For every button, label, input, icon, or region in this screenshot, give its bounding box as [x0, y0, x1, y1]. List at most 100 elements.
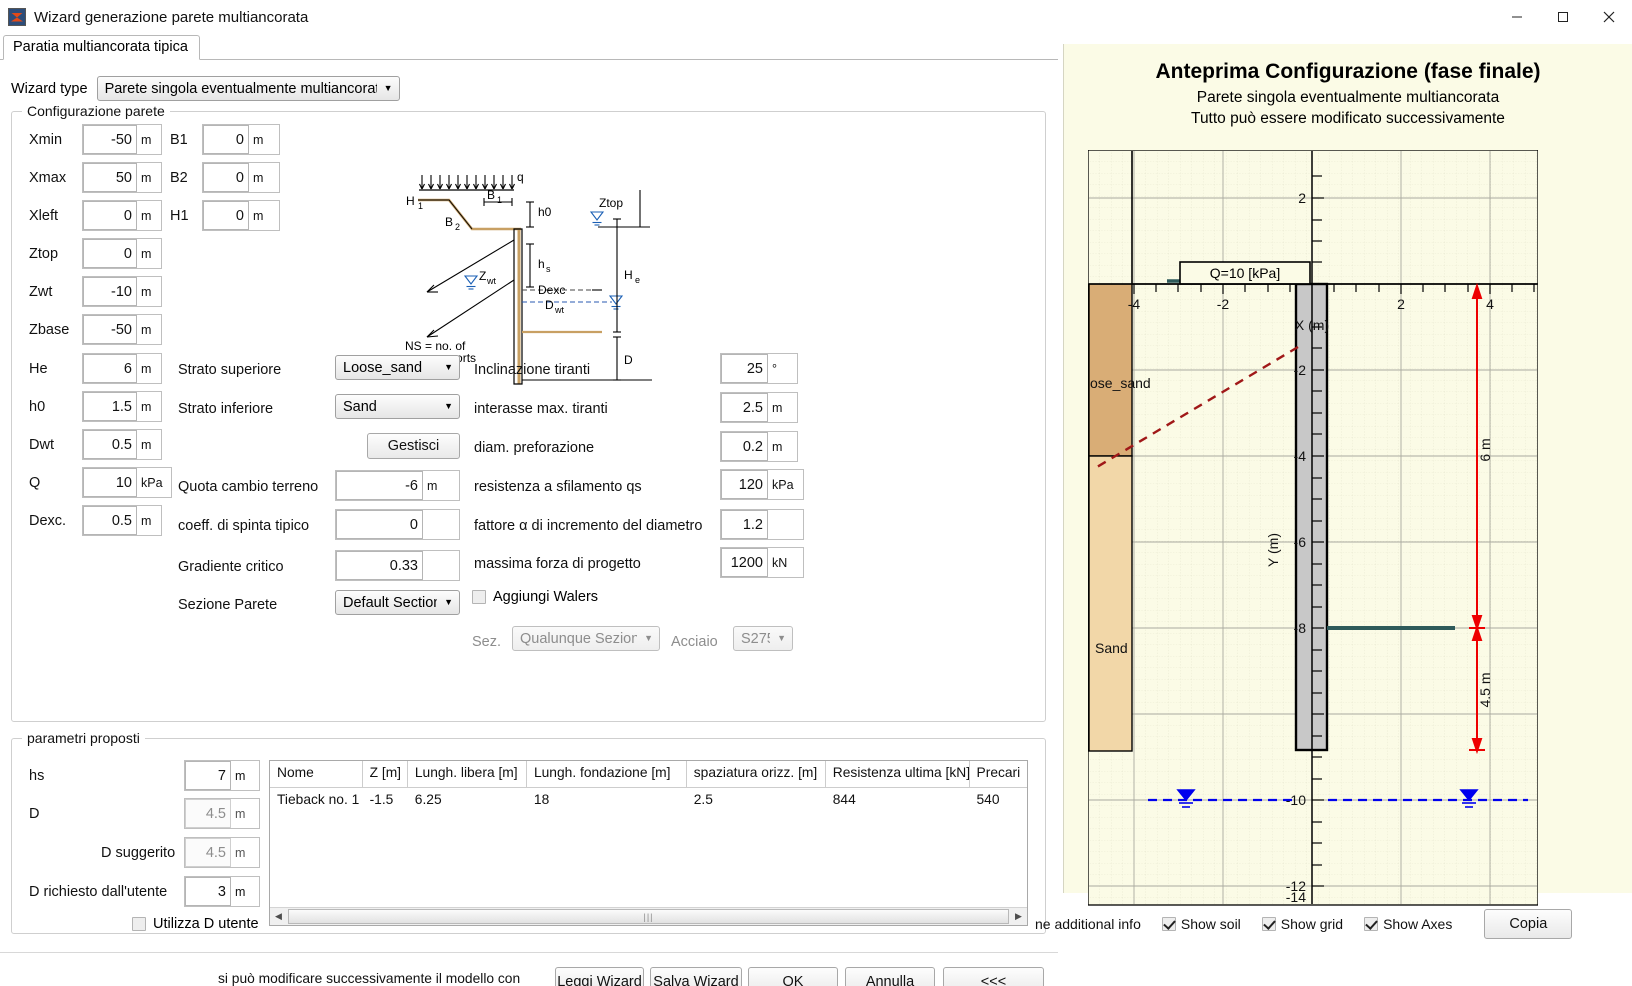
field-ztop-input[interactable]: [84, 240, 136, 267]
field-q-input[interactable]: [84, 469, 136, 496]
field-he[interactable]: m: [82, 353, 162, 384]
field-b2-input[interactable]: [204, 164, 248, 191]
show-soil-row[interactable]: Show soil: [1157, 916, 1241, 932]
soil-layer-sand: [1088, 455, 1133, 752]
annulla-button[interactable]: Annulla: [845, 967, 935, 986]
maximize-icon[interactable]: [1540, 0, 1586, 34]
scroll-right-icon[interactable]: ▶: [1010, 908, 1027, 925]
table-row[interactable]: Tieback no. 1 -1.5 6.25 18 2.5 844 540: [270, 788, 1027, 814]
field-label-xmax: Xmax: [29, 170, 67, 186]
field-xmax[interactable]: m: [82, 162, 162, 193]
table-column-spaziatura[interactable]: spaziatura orizz. [m]: [687, 761, 826, 788]
copia-button[interactable]: Copia: [1484, 909, 1573, 939]
wizard-type-select[interactable]: Parete singola eventualmente multiancora…: [96, 76, 400, 101]
field-xmax-input[interactable]: [84, 164, 136, 191]
configuration-plot[interactable]: Q=10 [kPa] 2 -2 -4 -6 -8 -10 -12 -4 -2 2…: [1087, 149, 1539, 910]
show-axes-row[interactable]: Show Axes: [1359, 916, 1452, 932]
field-b1[interactable]: m: [202, 124, 280, 155]
alpha-factor-field[interactable]: [720, 509, 804, 540]
utilizza-d-utente-row[interactable]: Utilizza D utente: [132, 916, 259, 932]
coeff-spinta-field[interactable]: [335, 509, 460, 540]
field-zwt-input[interactable]: [84, 278, 136, 305]
qs-field[interactable]: kPa: [720, 469, 804, 500]
utilizza-d-utente-checkbox[interactable]: [132, 917, 146, 931]
aggiungi-walers-row[interactable]: Aggiungi Walers: [472, 589, 598, 605]
massima-forza-input[interactable]: [722, 549, 767, 576]
tab-paratia-multiancorata-tipica[interactable]: Paratia multiancorata tipica: [3, 35, 200, 60]
table-column-lungh-fondazione[interactable]: Lungh. fondazione [m]: [527, 761, 687, 788]
scheme-label-b2: B: [445, 215, 453, 229]
close-icon[interactable]: [1586, 0, 1632, 34]
field-dwt-unit: m: [137, 430, 156, 459]
ok-button[interactable]: OK: [748, 967, 838, 986]
coeff-spinta-input[interactable]: [337, 511, 422, 538]
param-d-richiesto-input[interactable]: [186, 878, 230, 905]
interasse-tiranti-input[interactable]: [722, 394, 767, 421]
field-label-zbase: Zbase: [29, 322, 70, 338]
qs-input[interactable]: [722, 471, 767, 498]
gradiente-critico-input[interactable]: [337, 552, 422, 579]
salva-wizard-button[interactable]: Salva Wizard: [650, 967, 742, 986]
minimize-icon[interactable]: [1494, 0, 1540, 34]
show-grid-checkbox[interactable]: [1261, 917, 1276, 931]
gradiente-critico-field[interactable]: [335, 550, 460, 581]
inclinazione-tiranti-field[interactable]: °: [720, 353, 798, 384]
field-dwt-input[interactable]: [84, 431, 136, 458]
param-d-unit: m: [231, 799, 250, 828]
alpha-factor-input[interactable]: [722, 511, 767, 538]
field-dwt[interactable]: m: [82, 429, 162, 460]
table-column-nome[interactable]: Nome: [270, 761, 363, 788]
param-hs-field[interactable]: m: [184, 760, 260, 791]
diam-preforazione-input[interactable]: [722, 433, 767, 460]
param-d-richiesto-field[interactable]: m: [184, 876, 260, 907]
quota-cambio-terreno-field[interactable]: m: [335, 470, 460, 501]
massima-forza-field[interactable]: kN: [720, 547, 804, 578]
sez-select[interactable]: Qualunque Sezione ▼: [512, 626, 660, 651]
show-grid-row[interactable]: Show grid: [1257, 916, 1343, 932]
coeff-spinta-unit: [423, 510, 431, 539]
scroll-left-icon[interactable]: ◀: [270, 908, 287, 925]
field-b2[interactable]: m: [202, 162, 280, 193]
table-column-precarico[interactable]: Precari: [970, 761, 1027, 788]
strato-inferiore-select[interactable]: Sand ▼: [335, 394, 460, 419]
back-button[interactable]: <<<: [943, 967, 1044, 986]
field-xmin-input[interactable]: [84, 126, 136, 153]
field-dexc[interactable]: m: [82, 505, 162, 536]
interasse-tiranti-field[interactable]: m: [720, 392, 798, 423]
field-zbase[interactable]: m: [82, 314, 162, 345]
diam-preforazione-field[interactable]: m: [720, 431, 798, 462]
scheme-label-dwt: D: [545, 298, 554, 312]
field-h0-input[interactable]: [84, 393, 136, 420]
field-he-input[interactable]: [84, 355, 136, 382]
acciaio-select[interactable]: S275 ▼: [733, 626, 793, 651]
inclinazione-tiranti-input[interactable]: [722, 355, 767, 382]
field-xleft-input[interactable]: [84, 202, 136, 229]
table-horizontal-scrollbar[interactable]: ◀ ||| ▶: [270, 907, 1027, 925]
field-h1-input[interactable]: [204, 202, 248, 229]
leggi-wizard-button[interactable]: Leggi Wizard: [555, 967, 644, 986]
scrollbar-thumb[interactable]: |||: [288, 909, 1009, 924]
field-q[interactable]: kPa: [82, 467, 172, 498]
field-ztop[interactable]: m: [82, 238, 162, 269]
field-xmin[interactable]: m: [82, 124, 162, 155]
field-h1[interactable]: m: [202, 200, 280, 231]
param-hs-input[interactable]: [186, 762, 230, 789]
field-h0[interactable]: m: [82, 391, 162, 422]
sezione-parete-select[interactable]: Default Section ▼: [335, 590, 460, 615]
field-dexc-input[interactable]: [84, 507, 136, 534]
field-b1-input[interactable]: [204, 126, 248, 153]
show-soil-checkbox[interactable]: [1161, 917, 1176, 931]
table-column-lungh-libera[interactable]: Lungh. libera [m]: [408, 761, 527, 788]
aggiungi-walers-checkbox[interactable]: [472, 590, 486, 604]
strato-superiore-select[interactable]: Loose_sand ▼: [335, 355, 460, 380]
wizard-type-value: Parete singola eventualmente multiancora…: [104, 80, 377, 97]
field-zwt[interactable]: m: [82, 276, 162, 307]
quota-cambio-terreno-input[interactable]: [337, 472, 422, 499]
table-column-resistenza[interactable]: Resistenza ultima [kN]: [826, 761, 970, 788]
field-zbase-input[interactable]: [84, 316, 136, 343]
field-xleft[interactable]: m: [82, 200, 162, 231]
show-axes-checkbox[interactable]: [1364, 917, 1379, 931]
param-d-richiesto-unit: m: [231, 877, 250, 906]
gestisci-button[interactable]: Gestisci: [367, 433, 460, 459]
table-column-z[interactable]: Z [m]: [363, 761, 408, 788]
